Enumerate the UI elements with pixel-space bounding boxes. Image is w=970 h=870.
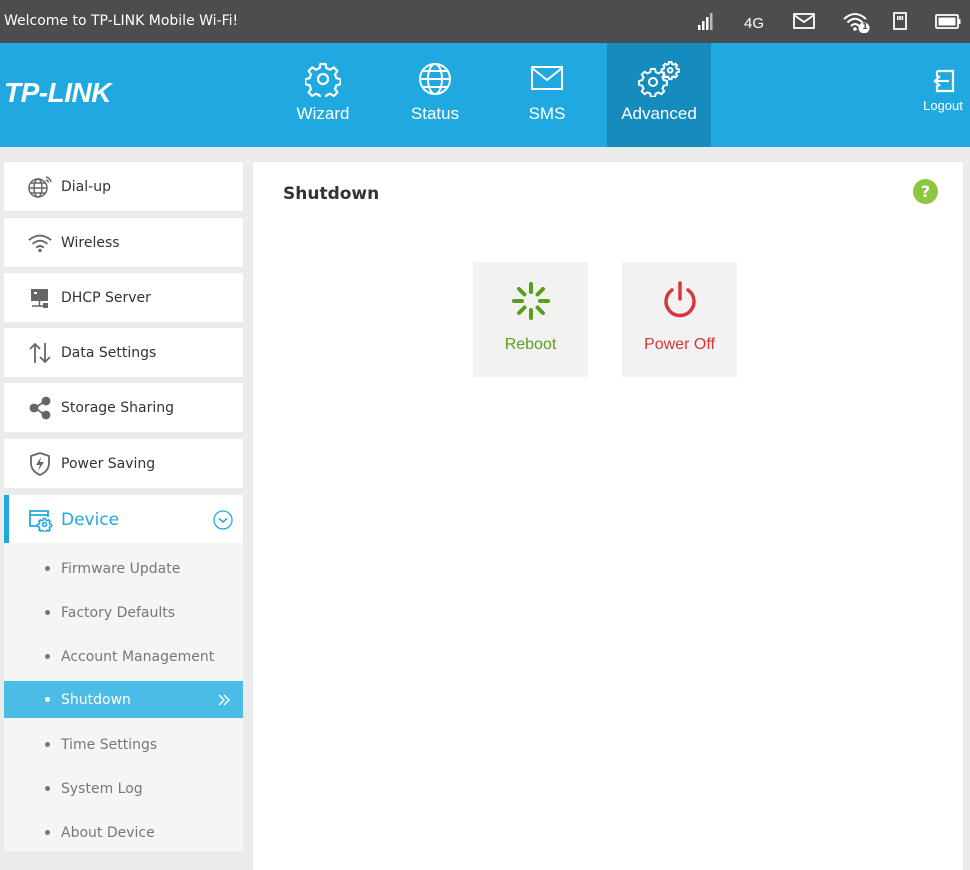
welcome-text: Welcome to TP-LINK Mobile Wi-Fi! — [4, 13, 239, 29]
submenu-time-settings[interactable]: Time Settings — [4, 726, 243, 763]
sidebar-item-data-settings[interactable]: Data Settings — [4, 328, 243, 377]
arrows-updown-icon — [27, 340, 53, 366]
sidebar-item-label: Dial-up — [61, 178, 111, 195]
bullet — [45, 830, 50, 835]
bullet — [45, 742, 50, 747]
poweroff-label: Power Off — [644, 336, 715, 353]
shield-bolt-icon — [27, 451, 53, 477]
reboot-button[interactable]: Reboot — [473, 262, 588, 377]
power-icon — [622, 281, 737, 321]
mail-icon[interactable] — [792, 11, 816, 33]
logout-button[interactable]: Logout — [916, 67, 970, 113]
gear-icon — [271, 61, 375, 97]
submenu-shutdown[interactable]: Shutdown — [4, 681, 243, 718]
nav-status[interactable]: Status — [383, 43, 487, 147]
nav-sms-label: SMS — [528, 104, 566, 123]
server-icon — [27, 285, 53, 311]
submenu-label: Factory Defaults — [61, 604, 176, 621]
bullet — [45, 610, 50, 615]
nav-advanced[interactable]: Advanced — [607, 43, 711, 147]
sim-icon — [892, 11, 908, 33]
sidebar-item-dhcp[interactable]: DHCP Server — [4, 273, 243, 322]
globe-dialup-icon — [27, 174, 53, 200]
sidebar-item-label: Power Saving — [61, 455, 156, 472]
gears-icon — [607, 61, 711, 97]
page-title: Shutdown — [283, 184, 380, 204]
submenu-system-log[interactable]: System Log — [4, 770, 243, 807]
nav-sms[interactable]: SMS — [495, 43, 599, 147]
submenu-firmware-update[interactable]: Firmware Update — [4, 550, 243, 587]
chevron-down-icon[interactable] — [213, 510, 233, 534]
nav-status-label: Status — [410, 104, 460, 123]
submenu-about-device[interactable]: About Device — [4, 814, 243, 851]
submenu-label: About Device — [61, 824, 155, 841]
submenu-label: Time Settings — [61, 736, 158, 753]
spinner-icon — [473, 281, 588, 321]
sidebar-item-device[interactable]: Device — [4, 495, 243, 544]
sidebar-item-wireless[interactable]: Wireless — [4, 218, 243, 267]
logout-icon — [933, 69, 955, 93]
network-type: 4G — [744, 15, 765, 32]
sidebar-item-label: Wireless — [61, 234, 120, 251]
double-chevron-right-icon — [217, 692, 231, 711]
envelope-icon — [495, 61, 599, 97]
submenu-label: Account Management — [61, 648, 215, 665]
reboot-label: Reboot — [504, 336, 557, 353]
device-submenu: Firmware Update Factory Defaults Account… — [4, 543, 243, 851]
share-icon — [27, 395, 53, 421]
bullet — [45, 697, 50, 702]
nav-wizard[interactable]: Wizard — [271, 43, 375, 147]
tplink-logo: TP-LINK — [4, 77, 111, 108]
sidebar-item-label: Device — [61, 509, 120, 530]
sidebar-item-label: Storage Sharing — [61, 399, 174, 416]
sidebar-item-label: Data Settings — [61, 344, 157, 361]
bullet — [45, 566, 50, 571]
globe-icon — [383, 61, 487, 97]
help-icon[interactable]: ? — [913, 179, 938, 204]
content-panel: Shutdown ? Reboot Power Off — [253, 162, 963, 870]
submenu-label: System Log — [61, 780, 143, 797]
logout-label: Logout — [923, 98, 963, 113]
submenu-account-management[interactable]: Account Management — [4, 638, 243, 675]
nav-advanced-label: Advanced — [621, 104, 697, 123]
bullet — [45, 786, 50, 791]
signal-icon — [697, 11, 715, 33]
status-bar: Welcome to TP-LINK Mobile Wi-Fi! 4G 1 — [0, 0, 970, 43]
submenu-factory-defaults[interactable]: Factory Defaults — [4, 594, 243, 631]
nav-wizard-label: Wizard — [296, 104, 350, 123]
bullet — [45, 654, 50, 659]
device-gear-icon — [27, 507, 53, 533]
submenu-label: Firmware Update — [61, 560, 181, 577]
sidebar-item-dialup[interactable]: Dial-up — [4, 162, 243, 211]
wifi-client-count: 1 — [862, 22, 868, 31]
sidebar-item-storage-sharing[interactable]: Storage Sharing — [4, 383, 243, 432]
power-off-button[interactable]: Power Off — [622, 262, 737, 377]
submenu-label: Shutdown — [61, 691, 131, 708]
sidebar-item-power-saving[interactable]: Power Saving — [4, 439, 243, 488]
wifi-icon — [27, 230, 53, 256]
battery-icon — [934, 11, 962, 33]
sidebar-item-label: DHCP Server — [61, 289, 151, 306]
main-header: TP-LINK Wizard Status SMS Advanced Logou… — [0, 43, 970, 147]
